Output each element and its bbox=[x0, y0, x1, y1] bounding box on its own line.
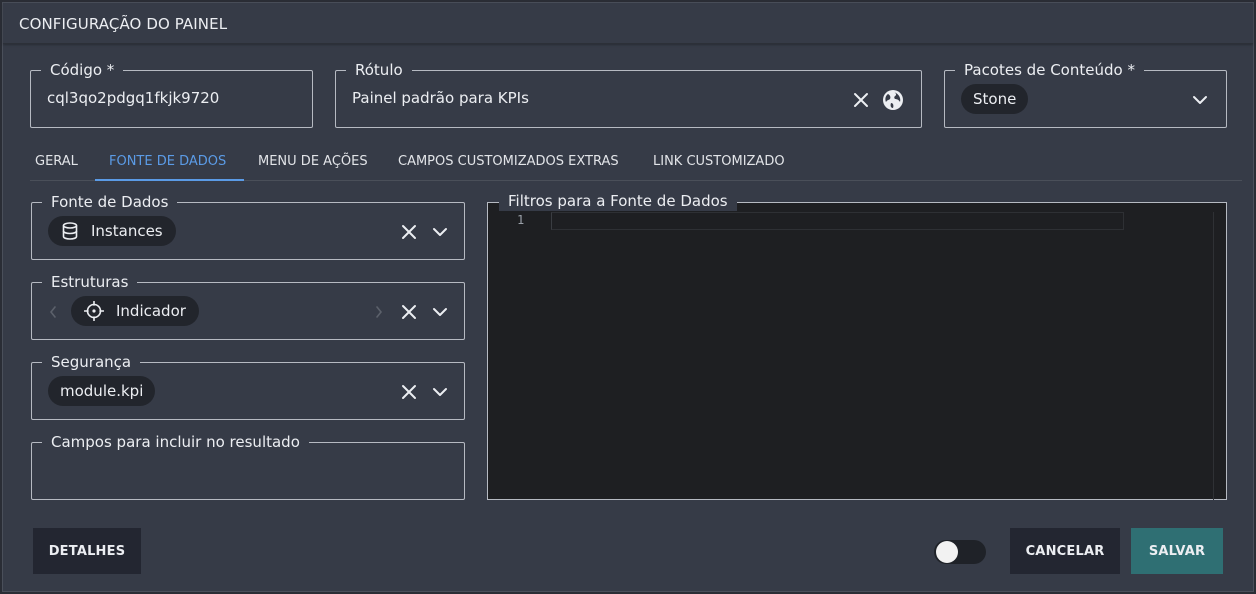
toggle-knob bbox=[936, 541, 958, 563]
globe-icon[interactable] bbox=[881, 88, 905, 112]
tab-menu-de-acoes[interactable]: MENU DE AÇÕES bbox=[258, 149, 368, 181]
pacotes-label: Pacotes de Conteúdo * bbox=[955, 60, 1144, 80]
tab-bar: GERAL FONTE DE DADOS MENU DE AÇÕES CAMPO… bbox=[30, 149, 1242, 181]
chevron-down-icon[interactable] bbox=[429, 301, 451, 323]
rotulo-label: Rótulo bbox=[346, 60, 412, 80]
filtros-label: Filtros para a Fonte de Dados bbox=[499, 191, 737, 211]
line-number: 1 bbox=[517, 213, 525, 227]
clear-icon[interactable] bbox=[398, 381, 420, 403]
rotulo-value: Painel padrão para KPIs bbox=[352, 89, 529, 107]
fonte-de-dados-field[interactable]: Fonte de Dados Instances bbox=[31, 192, 465, 260]
estruturas-field[interactable]: Estruturas Indicador bbox=[31, 272, 465, 340]
chevron-left-icon[interactable] bbox=[46, 302, 60, 322]
dialog-title: CONFIGURAÇÃO DO PAINEL bbox=[19, 15, 228, 33]
details-button[interactable]: DETALHES bbox=[33, 528, 141, 574]
panel-config-dialog: CONFIGURAÇÃO DO PAINEL Código * cql3qo2p… bbox=[2, 2, 1254, 592]
codigo-label: Código * bbox=[41, 60, 124, 80]
campos-label: Campos para incluir no resultado bbox=[42, 432, 309, 452]
seguranca-field[interactable]: Segurança module.kpi bbox=[31, 352, 465, 420]
estrutura-chip-label: Indicador bbox=[116, 302, 186, 320]
dialog-titlebar: CONFIGURAÇÃO DO PAINEL bbox=[3, 3, 1253, 44]
tab-geral[interactable]: GERAL bbox=[35, 149, 78, 181]
cancel-button[interactable]: CANCELAR bbox=[1010, 528, 1120, 574]
seguranca-chip[interactable]: module.kpi bbox=[48, 376, 156, 406]
crosshair-icon bbox=[84, 301, 104, 321]
pacote-chip[interactable]: Stone bbox=[961, 84, 1029, 114]
database-icon bbox=[62, 222, 78, 240]
chevron-right-icon[interactable] bbox=[372, 302, 386, 322]
codigo-value: cql3qo2pdgq1fkjk9720 bbox=[47, 89, 220, 107]
campos-field[interactable]: Campos para incluir no resultado bbox=[31, 432, 465, 500]
toggle-switch[interactable] bbox=[934, 540, 986, 564]
save-button[interactable]: SALVAR bbox=[1131, 528, 1223, 574]
clear-icon[interactable] bbox=[398, 301, 420, 323]
estrutura-chip[interactable]: Indicador bbox=[71, 296, 199, 326]
tab-campos-customizados-extras[interactable]: CAMPOS CUSTOMIZADOS EXTRAS bbox=[398, 149, 619, 181]
fonte-chip[interactable]: Instances bbox=[48, 216, 176, 246]
pacote-chip-label: Stone bbox=[973, 90, 1017, 108]
chevron-down-icon[interactable] bbox=[429, 381, 451, 403]
active-tab-indicator bbox=[95, 179, 244, 181]
pacotes-field[interactable]: Pacotes de Conteúdo * Stone bbox=[944, 60, 1227, 128]
chevron-down-icon[interactable] bbox=[429, 221, 451, 243]
codigo-field[interactable]: Código * cql3qo2pdgq1fkjk9720 bbox=[30, 60, 313, 128]
active-line[interactable] bbox=[551, 212, 1124, 230]
fonte-chip-label: Instances bbox=[91, 222, 163, 240]
fonte-label: Fonte de Dados bbox=[42, 192, 178, 212]
seguranca-label: Segurança bbox=[42, 352, 141, 372]
editor-scrollbar[interactable] bbox=[1213, 212, 1214, 500]
tab-fonte-de-dados[interactable]: FONTE DE DADOS bbox=[109, 149, 226, 181]
filtros-editor[interactable]: Filtros para a Fonte de Dados 1 bbox=[487, 191, 1227, 500]
clear-icon[interactable] bbox=[850, 89, 872, 111]
chevron-down-icon[interactable] bbox=[1189, 89, 1211, 111]
clear-icon[interactable] bbox=[398, 221, 420, 243]
rotulo-field[interactable]: Rótulo Painel padrão para KPIs bbox=[335, 60, 922, 128]
tab-link-customizado[interactable]: LINK CUSTOMIZADO bbox=[653, 149, 785, 181]
seguranca-chip-label: module.kpi bbox=[60, 382, 144, 400]
estruturas-label: Estruturas bbox=[42, 272, 138, 292]
